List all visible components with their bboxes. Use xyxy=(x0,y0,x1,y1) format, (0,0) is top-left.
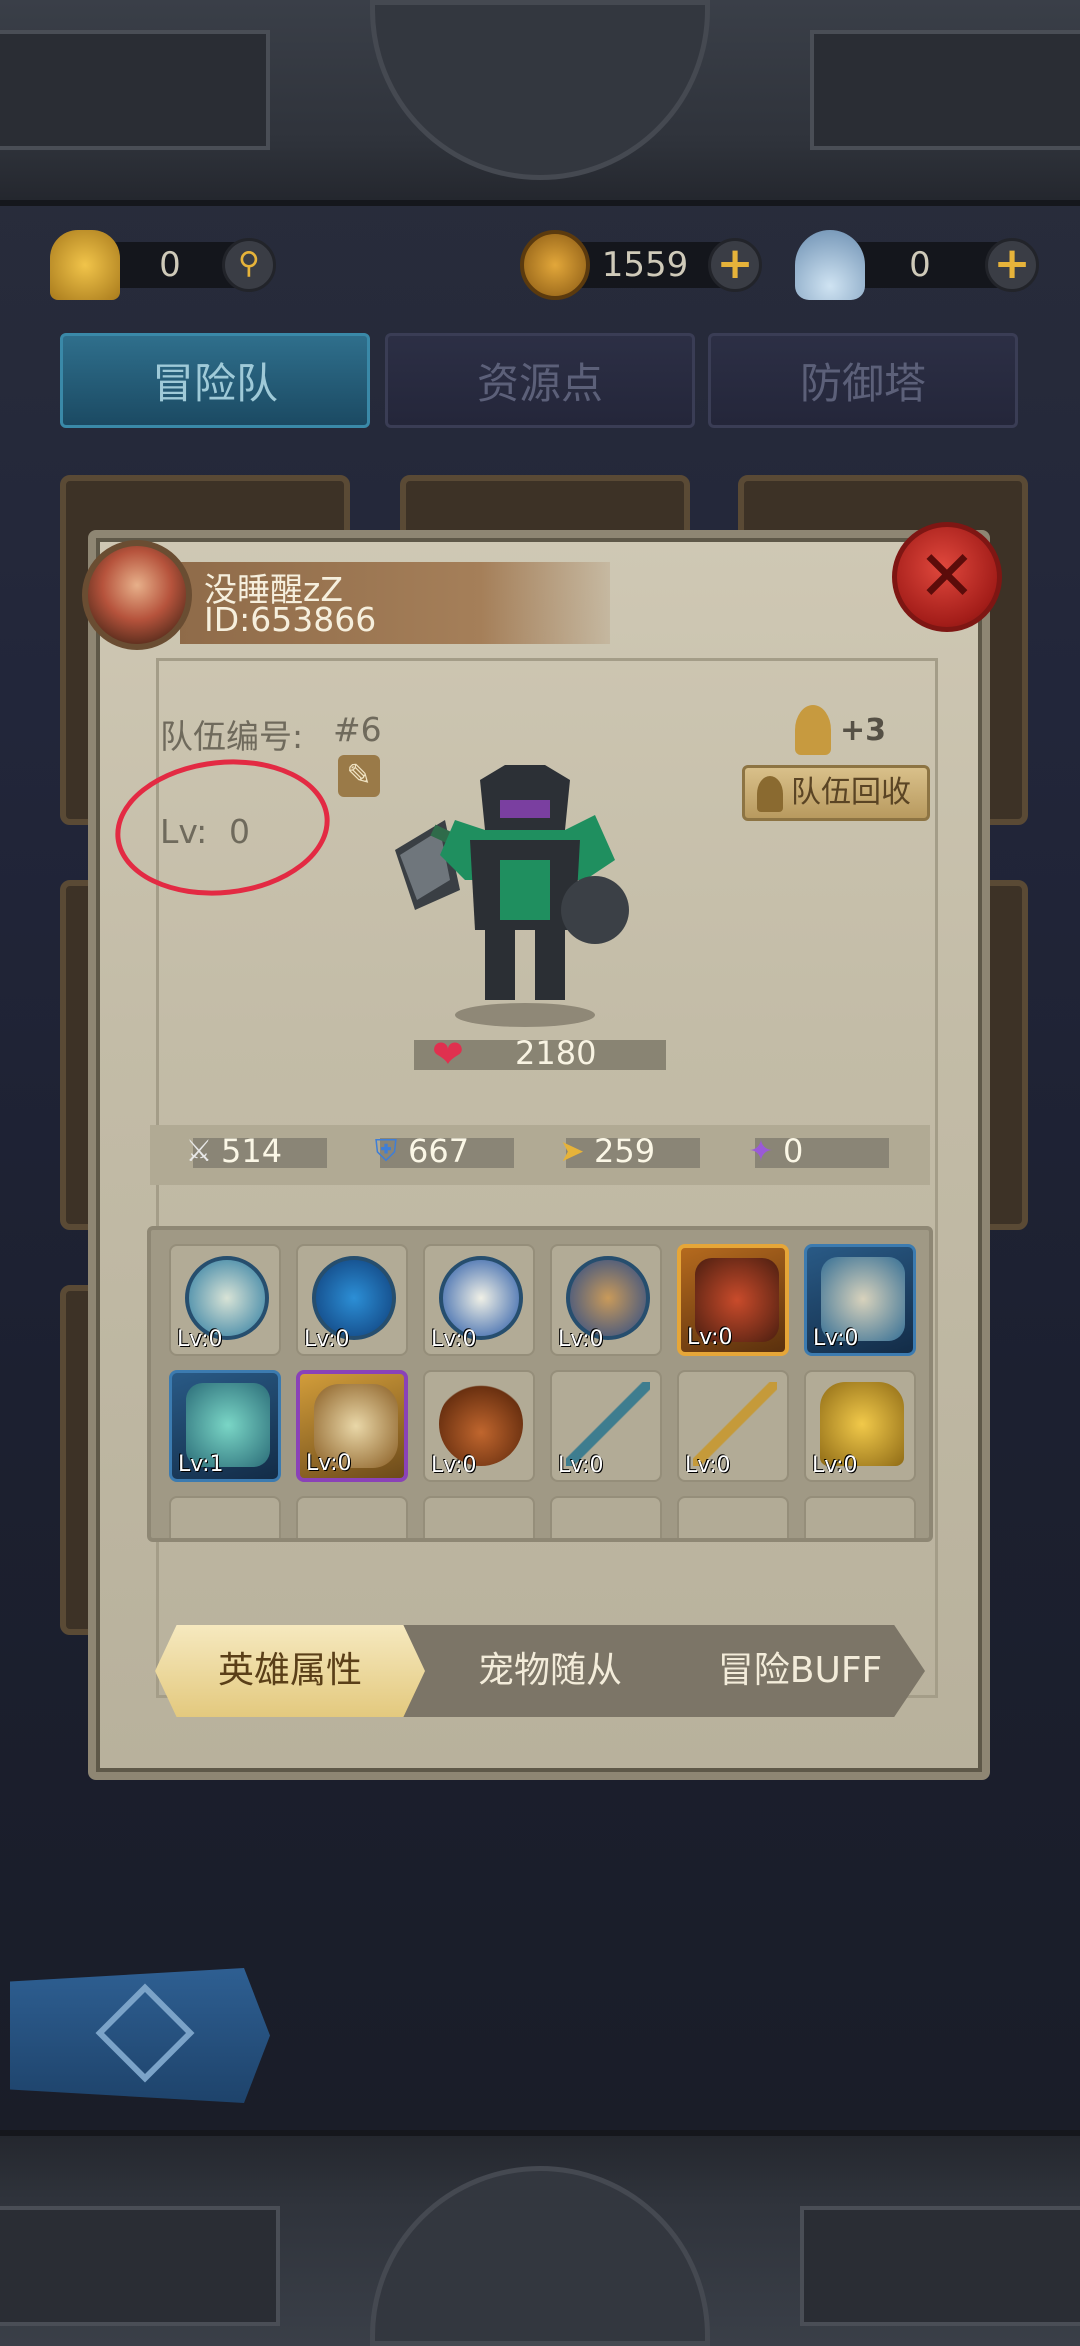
empty-equipment-slot[interactable] xyxy=(550,1496,662,1538)
coin-icon xyxy=(520,230,590,300)
tab-defense-tower[interactable]: 防御塔 xyxy=(708,333,1018,428)
equipment-level: Lv:0 xyxy=(558,1453,604,1478)
equipment-slot[interactable]: Lv:0 xyxy=(804,1370,916,1482)
stat-speed: ➤ 259 xyxy=(559,1132,700,1170)
equipment-slot[interactable]: Lv:1 xyxy=(169,1370,281,1482)
stat-speed-value: 259 xyxy=(594,1132,656,1170)
top-right-plate xyxy=(810,30,1080,150)
equipment-level: Lv:0 xyxy=(685,1453,731,1478)
equipment-slot[interactable]: Lv:0 xyxy=(423,1370,535,1482)
team-number-label: 队伍编号: xyxy=(160,717,304,756)
medal-bonus: +3 xyxy=(840,713,887,748)
equipment-slot[interactable]: Lv:0 xyxy=(296,1244,408,1356)
equipment-slot[interactable]: Lv:0 xyxy=(677,1370,789,1482)
top-banner xyxy=(0,0,1080,206)
heart-icon: ❤ xyxy=(432,1032,464,1076)
empty-equipment-slot[interactable] xyxy=(677,1496,789,1538)
bottom-tab-bar: 英雄属性 宠物随从 冒险BUFF xyxy=(155,1625,925,1717)
speed-boot-icon: ➤ xyxy=(559,1134,585,1169)
empty-equipment-slot[interactable] xyxy=(296,1496,408,1538)
search-icon[interactable]: ⚲ xyxy=(222,238,276,292)
equipment-level: Lv:0 xyxy=(687,1325,733,1350)
bottom-banner xyxy=(0,2130,1080,2346)
coin-resource: 1559 + xyxy=(520,230,762,300)
top-left-plate xyxy=(0,30,270,150)
resource-bar: 0 ⚲ 1559 + 0 + xyxy=(0,220,1080,310)
player-avatar[interactable] xyxy=(82,540,192,650)
bottom-right-plate xyxy=(800,2206,1080,2326)
equipment-slot[interactable]: Lv:0 xyxy=(296,1370,408,1482)
medal-icon xyxy=(50,230,120,300)
equipment-grid: Lv:0 Lv:0 Lv:0 Lv:0 Lv:0 Lv:0 Lv:1 Lv:0 … xyxy=(147,1226,933,1542)
hero-figure[interactable] xyxy=(385,760,665,1030)
tab-pet-followers[interactable]: 宠物随从 xyxy=(425,1625,675,1717)
stat-magic-value: 0 xyxy=(783,1132,804,1170)
top-crest xyxy=(370,0,710,180)
empty-equipment-slot[interactable] xyxy=(423,1496,535,1538)
equipment-level: Lv:1 xyxy=(178,1452,224,1477)
equipment-level: Lv:0 xyxy=(177,1327,223,1352)
equipment-level: Lv:0 xyxy=(431,1327,477,1352)
team-number: #6 xyxy=(333,710,382,749)
shield-icon: ⛨ xyxy=(374,1134,398,1169)
equipment-level: Lv:0 xyxy=(306,1451,352,1476)
magic-wand-icon: ✦ xyxy=(748,1134,774,1169)
team-recycle-button[interactable]: 队伍回收 xyxy=(742,765,930,821)
team-recycle-label: 队伍回收 xyxy=(791,775,911,810)
stat-magic: ✦ 0 xyxy=(748,1132,889,1170)
stat-defense-value: 667 xyxy=(408,1132,470,1170)
player-id: ID:653866 xyxy=(204,600,377,639)
tab-adventure-buff[interactable]: 冒险BUFF xyxy=(675,1625,925,1717)
equipment-level: Lv:0 xyxy=(558,1327,604,1352)
equipment-level: Lv:0 xyxy=(304,1327,350,1352)
equipment-slot[interactable]: Lv:0 xyxy=(550,1244,662,1356)
menu-toggle-button[interactable] xyxy=(10,1968,270,2103)
tab-hero-attributes[interactable]: 英雄属性 xyxy=(155,1625,425,1717)
equipment-level: Lv:0 xyxy=(812,1453,858,1478)
medal-icon xyxy=(757,776,783,812)
equipment-level: Lv:0 xyxy=(431,1453,477,1478)
close-button[interactable]: ✕ xyxy=(892,522,1002,632)
stat-attack-value: 514 xyxy=(221,1132,283,1170)
shell-resource: 0 + xyxy=(795,230,1045,300)
equipment-slot[interactable]: Lv:0 xyxy=(169,1244,281,1356)
stat-attack: ⚔ 514 xyxy=(186,1132,327,1170)
equipment-slot[interactable]: Lv:0 xyxy=(804,1244,916,1356)
bottom-crest xyxy=(370,2166,710,2346)
tab-resource-point[interactable]: 资源点 xyxy=(385,333,695,428)
empty-equipment-slot[interactable] xyxy=(169,1496,281,1538)
empty-equipment-slot[interactable] xyxy=(804,1496,916,1538)
equipment-slot[interactable]: Lv:0 xyxy=(677,1244,789,1356)
medal-resource: 0 ⚲ xyxy=(50,230,290,300)
edit-icon[interactable]: ✎ xyxy=(338,755,380,797)
tab-adventure-team[interactable]: 冒险队 xyxy=(60,333,370,428)
medal-icon xyxy=(795,705,831,755)
add-coin-button[interactable]: + xyxy=(708,238,762,292)
hero-hp: 2180 xyxy=(515,1034,597,1072)
add-shell-button[interactable]: + xyxy=(985,238,1039,292)
equipment-level: Lv:0 xyxy=(813,1326,859,1351)
equipment-slot[interactable]: Lv:0 xyxy=(423,1244,535,1356)
bottom-left-plate xyxy=(0,2206,280,2326)
equipment-slot[interactable]: Lv:0 xyxy=(550,1370,662,1482)
shell-icon xyxy=(795,230,865,300)
sword-icon: ⚔ xyxy=(185,1134,213,1169)
stat-defense: ⛨ 667 xyxy=(375,1132,514,1170)
diamond-emblem-icon xyxy=(95,1983,195,2083)
